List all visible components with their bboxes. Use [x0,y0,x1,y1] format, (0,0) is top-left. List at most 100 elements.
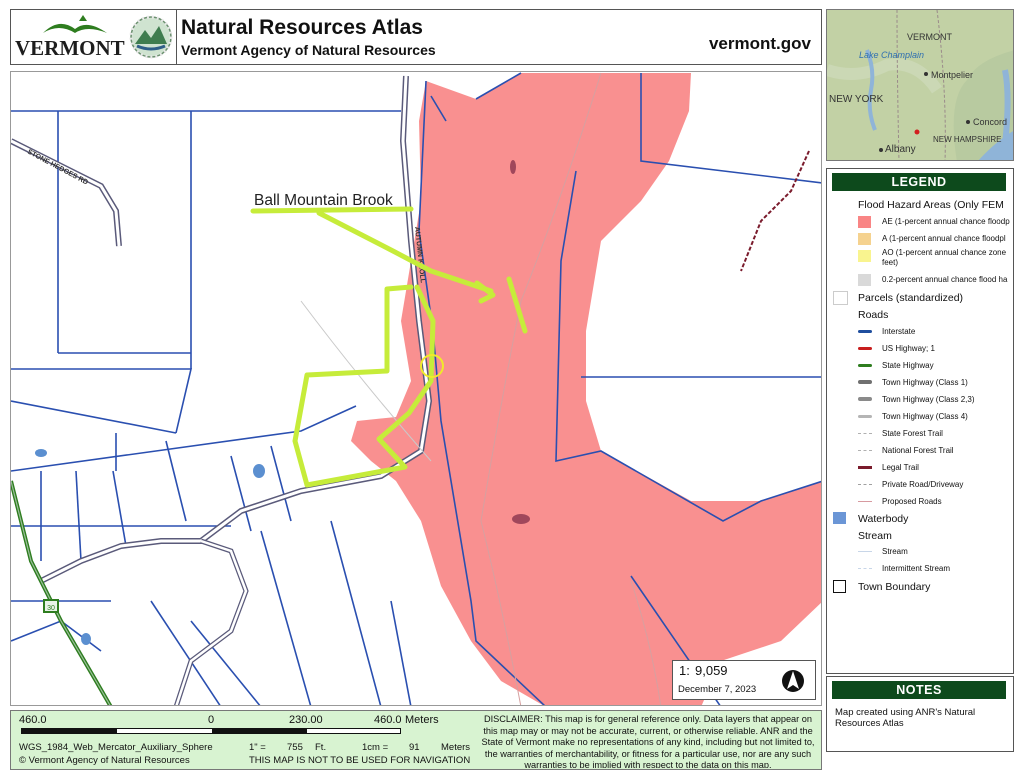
legend-title: LEGEND [832,173,1006,191]
legend-item-label: National Forest Trail [882,446,954,455]
road-line-swatch [858,347,872,350]
legend-item-label: AE (1-percent annual chance floodp [882,217,1010,226]
inset-locator-map: VERMONT Lake Champlain Montpelier NEW YO… [826,9,1014,161]
legend-item-label: Town Highway (Class 1) [882,378,968,387]
scale-ratio-value: 9,059 [695,663,728,678]
legend-roads-header: Roads [827,307,1015,323]
legend-item-proposed-roads: Proposed Roads [827,494,1015,510]
legend-item-label: Waterbody [858,513,909,525]
scalebar-zero: 0 [208,714,215,726]
inset-label-nh: NEW HAMPSHIRE [933,135,1001,144]
brook-annotation: Ball Mountain Brook [254,192,393,209]
legend-item-parcels: Parcels (standardized) [827,290,1015,306]
map-canvas[interactable]: 30 STONE HEDGES RD AUTUMN KNOLL Ball Mou… [11,72,822,706]
map-date: December 7, 2023 [678,684,757,695]
inset-label-vermont: VERMONT [907,32,953,42]
vermont-logo: VERMONT [11,10,177,64]
road-line-swatch [858,433,872,434]
scalebar-units: Meters [405,714,439,726]
stream-line-swatch [858,568,872,569]
disclaimer-text: DISCLAIMER: This map is for general refe… [481,714,815,768]
town-boundary-swatch [833,580,846,593]
legend-item-legal-trail: Legal Trail [827,460,1015,476]
inset-label-albany: Albany [885,144,916,155]
inch-scale-unit: Ft. [315,742,327,753]
legend-item-label: US Highway; 1 [882,344,935,353]
page-title: Natural Resources Atlas [181,16,423,39]
scale-bar-panel: 460.0 0 230.00 460.0 Meters WGS_1984_Web… [10,710,822,770]
copyright-text: © Vermont Agency of Natural Resources [19,755,190,766]
legend-item-flood-ae: AE (1-percent annual chance floodp [827,214,1015,230]
legend-item-stream: Stream [827,544,1015,560]
anr-seal-icon [129,15,173,59]
scalebar-mid-value: 230.00 [289,714,323,726]
notes-title: NOTES [832,681,1006,699]
flood-ae-swatch [858,216,871,228]
legend-item-label: State Highway [882,361,934,370]
legend-item-us-highway: US Highway; 1 [827,341,1015,357]
road-line-swatch [858,484,872,485]
legend-item-label: Town Highway (Class 4) [882,412,968,421]
route-shield-label: 30 [47,605,55,612]
legend-item-label: Proposed Roads [882,497,942,506]
legend-flood-header-label: Flood Hazard Areas (Only FEM [858,199,1004,211]
inch-scale-label: 1" = [249,742,266,753]
flood-ao-swatch [858,250,871,262]
legend-item-label: Legal Trail [882,463,919,472]
notes-text: Map created using ANR's Natural Resource… [835,707,976,729]
legend-item-label: Parcels (standardized) [858,292,964,304]
parcels-swatch [833,291,848,305]
scale-ratio-box: 1: 9,059 December 7, 2023 [672,660,816,700]
legend-roads-header-label: Roads [858,309,889,321]
inch-scale-value: 755 [287,742,303,753]
legend-item-national-forest-trail: National Forest Trail [827,443,1015,459]
legend-item-label: Stream [882,547,908,556]
vermont-wordmark: VERMONT [15,36,125,60]
navigation-warning: THIS MAP IS NOT TO BE USED FOR NAVIGATIO… [249,755,471,766]
legend-item-town-class4: Town Highway (Class 4) [827,409,1015,425]
legend-item-label: Town Boundary [858,581,931,593]
header: VERMONT Natural Resources Atlas Vermont … [10,9,822,65]
main-map[interactable]: 30 STONE HEDGES RD AUTUMN KNOLL Ball Mou… [10,71,822,706]
legend-item-interstate: Interstate [827,324,1015,340]
road-line-swatch [858,380,872,384]
legend-item-state-highway: State Highway [827,358,1015,374]
scalebar-right-value: 460.0 [374,714,402,726]
road-line-swatch [858,415,872,418]
legend-item-intermittent-stream: Intermittent Stream [827,561,1015,577]
inset-label-concord: Concord [973,117,1007,127]
legend-item-label: AO (1-percent annual chance zone [882,248,1007,257]
legend-item-label: Interstate [882,327,916,336]
legend-item-town-class23: Town Highway (Class 2,3) [827,392,1015,408]
legend-flood-header: Flood Hazard Areas (Only FEM [827,197,1015,213]
north-arrow-icon [782,670,804,692]
notes-panel: NOTES Map created using ANR's Natural Re… [826,676,1014,752]
legend-item-label: State Forest Trail [882,429,943,438]
cm-scale-label: 1cm = [362,742,389,753]
legend-item-private-road: Private Road/Driveway [827,477,1015,493]
road-line-swatch [858,466,872,469]
legend-item-label: Private Road/Driveway [882,480,964,489]
legend-item-state-forest-trail: State Forest Trail [827,426,1015,442]
road-line-swatch [858,364,872,367]
road-line-swatch [858,330,872,333]
legend-stream-header: Stream [827,528,1015,544]
scale-ratio-prefix: 1: [679,663,690,678]
scalebar-graphic [21,728,401,734]
mountain-logo-icon [43,15,107,33]
route-shield-icon: 30 [43,599,59,613]
page-subtitle: Vermont Agency of Natural Resources [181,42,436,58]
cm-scale-value: 91 [409,742,420,753]
legend-item-town-class1: Town Highway (Class 1) [827,375,1015,391]
legend-item-town-boundary: Town Boundary [827,579,1015,595]
scalebar-left-value: 460.0 [19,714,47,726]
legend-item-flood-02: 0.2-percent annual chance flood ha [827,272,1015,288]
legend-item-label: 0.2-percent annual chance flood ha [882,275,1008,284]
stream-line-swatch [858,551,872,552]
legend-item-label: A (1-percent annual chance floodpl [882,234,1006,243]
waterbody-swatch [833,512,846,524]
legend-item-label-2: feet) [882,258,899,267]
projection-label: WGS_1984_Web_Mercator_Auxiliary_Sphere [19,742,213,753]
legend-stream-header-label: Stream [858,530,892,542]
vermont-gov-link[interactable]: vermont.gov [709,34,811,54]
